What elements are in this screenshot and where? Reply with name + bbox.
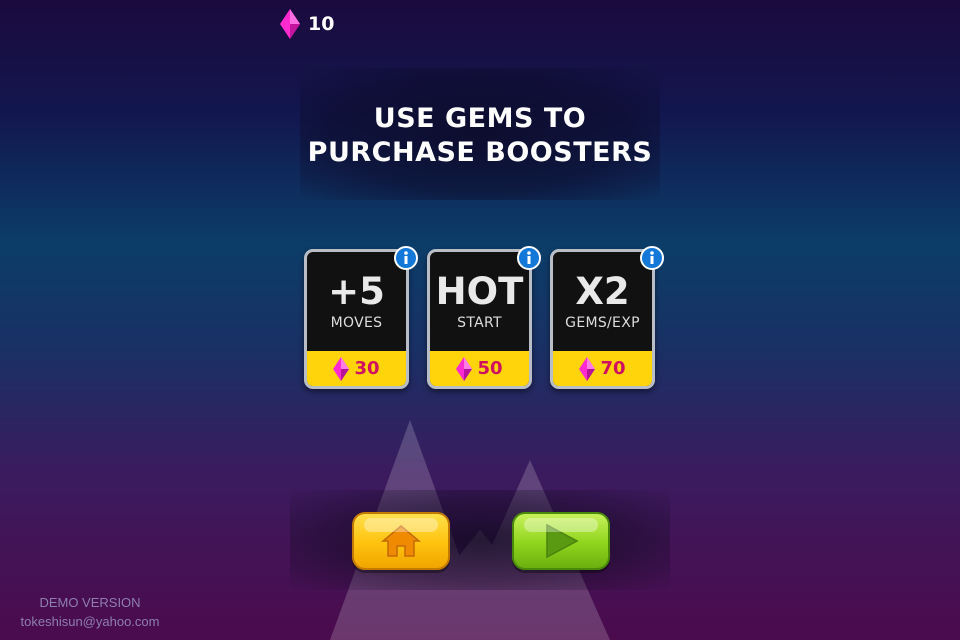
booster-price: 70 [600,358,626,379]
booster-sub-label: GEMS/EXP [565,315,640,331]
contact-email: tokeshisun@yahoo.com [20,614,160,629]
gem-icon [456,356,473,381]
booster-main-label: X2 [575,270,630,313]
booster-price: 30 [354,358,380,379]
dialog-title-line2: PURCHASE BOOSTERS [307,137,653,168]
gem-icon [333,356,350,381]
play-button[interactable] [512,512,610,570]
booster-plus5-moves[interactable]: +5 MOVES 30 [304,246,418,389]
gem-icon [280,9,300,39]
gem-icon [579,356,596,381]
button-zone [290,490,670,590]
gem-count: 10 [308,13,335,35]
play-icon [546,523,579,559]
gem-counter: 10 [280,9,334,39]
booster-price-bar: 30 [307,351,406,386]
booster-card[interactable]: HOT START 50 [427,249,532,389]
booster-price: 50 [477,358,503,379]
booster-sub-label: START [457,315,502,331]
info-icon[interactable] [517,246,541,270]
home-button[interactable] [352,512,450,570]
info-icon[interactable] [640,246,664,270]
home-icon [381,525,421,557]
booster-main-label: +5 [328,270,385,313]
booster-card[interactable]: +5 MOVES 30 [304,249,409,389]
booster-price-bar: 50 [430,351,529,386]
info-icon[interactable] [394,246,418,270]
booster-card[interactable]: X2 GEMS/EXP 70 [550,249,655,389]
booster-hot-start[interactable]: HOT START 50 [427,246,541,389]
booster-main-label: HOT [435,270,524,313]
dialog-title: USE GEMS TO PURCHASE BOOSTERS [300,102,660,170]
booster-x2-gems-exp[interactable]: X2 GEMS/EXP 70 [550,246,664,389]
booster-price-bar: 70 [553,351,652,386]
dialog-title-line1: USE GEMS TO [373,103,587,134]
booster-sub-label: MOVES [330,315,383,331]
demo-version-label: DEMO VERSION [39,595,141,610]
